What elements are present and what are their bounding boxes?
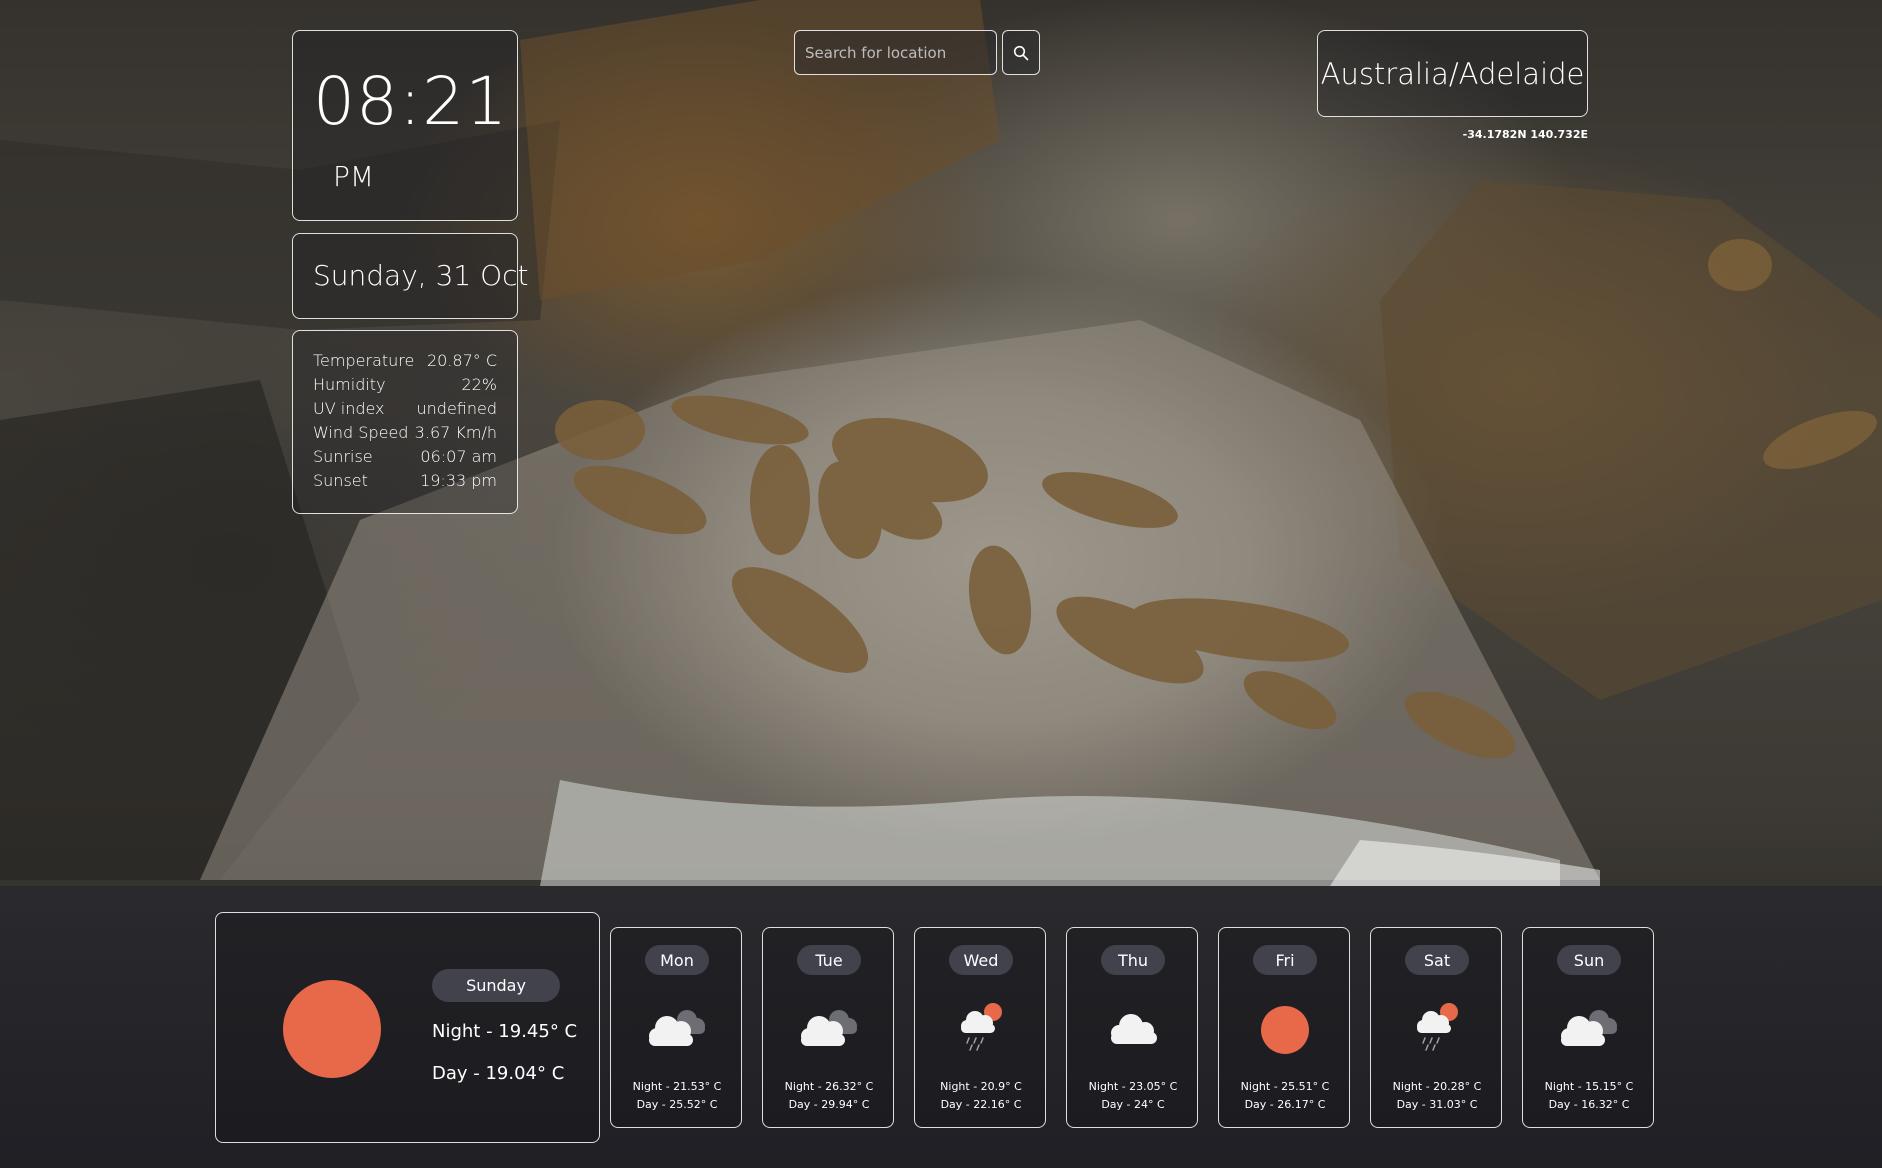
clock-ampm: PM (333, 160, 375, 193)
stat-value: undefined (416, 399, 498, 418)
clouds-icon (1561, 1010, 1617, 1046)
forecast-night-temp: Night - 26.32° C (784, 1080, 874, 1093)
forecast-day-temp: Day - 24° C (1101, 1098, 1165, 1111)
forecast-day-temp: Day - 22.16° C (940, 1098, 1022, 1111)
coordinates-text: -34.1782N 140.732E (1462, 128, 1588, 141)
date-text: Sunday, 31 Oct (313, 259, 529, 292)
stat-label: Temperature (313, 351, 415, 370)
forecast-day-card: Mon Night - 21.53° C Day - 25.52° C (610, 927, 742, 1128)
forecast-day-pill: Wed (949, 945, 1013, 975)
stat-value: 19:33 pm (420, 471, 497, 490)
forecast-night-temp: Night - 21.53° C (632, 1080, 722, 1093)
stat-label: Humidity (313, 375, 386, 394)
today-day-pill: Sunday (432, 969, 560, 1002)
stat-row-sunrise: Sunrise 06:07 am (313, 445, 497, 469)
forecast-night-temp: Night - 25.51° C (1240, 1080, 1330, 1093)
forecast-day-card: Fri Night - 25.51° C Day - 26.17° C (1218, 927, 1350, 1128)
stat-row-humidity: Humidity 22% (313, 373, 497, 397)
stat-label: UV index (313, 399, 385, 418)
rain-sun-icon (1417, 1003, 1458, 1051)
clock-card: 08:21 PM (292, 30, 518, 221)
forecast-day-pill: Tue (797, 945, 861, 975)
clouds-icon (801, 1010, 857, 1046)
forecast-day-temp: Day - 26.17° C (1244, 1098, 1326, 1111)
date-card: Sunday, 31 Oct (292, 233, 529, 319)
timezone-text: Australia/Adelaide (1320, 56, 1585, 91)
search-icon (1013, 45, 1029, 60)
forecast-day-pill: Sun (1557, 945, 1621, 975)
forecast-day-temp: Day - 29.94° C (788, 1098, 870, 1111)
stat-row-sunset: Sunset 19:33 pm (313, 469, 497, 493)
stat-row-wind-speed: Wind Speed 3.67 Km/h (313, 421, 497, 445)
forecast-night-temp: Night - 20.9° C (940, 1080, 1022, 1093)
stat-row-temperature: Temperature 20.87° C (313, 349, 497, 373)
forecast-day-temp: Day - 25.52° C (636, 1098, 718, 1111)
forecast-day-card: Sat Night - 20.28° C Day - 31.03° C (1370, 927, 1502, 1128)
forecast-day-temp: Day - 16.32° C (1548, 1098, 1630, 1111)
forecast-day-card: Thu Night - 23.05° C Day - 24° C (1066, 927, 1198, 1128)
clock-time: 08:21 (313, 63, 509, 140)
forecast-day-card: Sun Night - 15.15° C Day - 16.32° C (1522, 927, 1654, 1128)
forecast-day-pill: Thu (1101, 945, 1165, 975)
cloud-icon (1111, 1014, 1157, 1044)
forecast-day-pill: Mon (645, 945, 709, 975)
forecast-day-pill: Sat (1405, 945, 1469, 975)
stat-label: Wind Speed (313, 423, 409, 442)
stat-label: Sunrise (313, 447, 373, 466)
forecast-day-card: Wed Night - 20.9° C Day - 22.16° C (914, 927, 1046, 1128)
today-night-temp: Night - 19.45° C (432, 1021, 578, 1042)
forecast-night-temp: Night - 23.05° C (1088, 1080, 1178, 1093)
timezone-card: Australia/Adelaide (1317, 30, 1588, 117)
rain-sun-icon (961, 1003, 1002, 1051)
stat-value: 06:07 am (420, 447, 497, 466)
search-button[interactable] (1002, 30, 1040, 75)
forecast-night-temp: Night - 15.15° C (1544, 1080, 1634, 1093)
search-input[interactable] (794, 30, 997, 75)
sun-icon (283, 980, 381, 1078)
stat-label: Sunset (313, 471, 368, 490)
forecast-day-card: Tue Night - 26.32° C Day - 29.94° C (762, 927, 894, 1128)
stat-value: 22% (461, 375, 497, 394)
forecast-day-temp: Day - 31.03° C (1396, 1098, 1478, 1111)
stat-value: 3.67 Km/h (414, 423, 497, 442)
stat-value: 20.87° C (426, 351, 497, 370)
today-day-temp: Day - 19.04° C (432, 1063, 565, 1084)
forecast-day-pill: Fri (1253, 945, 1317, 975)
stat-row-uv-index: UV index undefined (313, 397, 497, 421)
weather-stats-card: Temperature 20.87° C Humidity 22% UV ind… (292, 330, 518, 514)
forecast-night-temp: Night - 20.28° C (1392, 1080, 1482, 1093)
clouds-icon (649, 1010, 705, 1046)
today-card: Sunday Night - 19.45° C Day - 19.04° C (215, 912, 600, 1143)
sun-icon (1261, 1006, 1309, 1054)
